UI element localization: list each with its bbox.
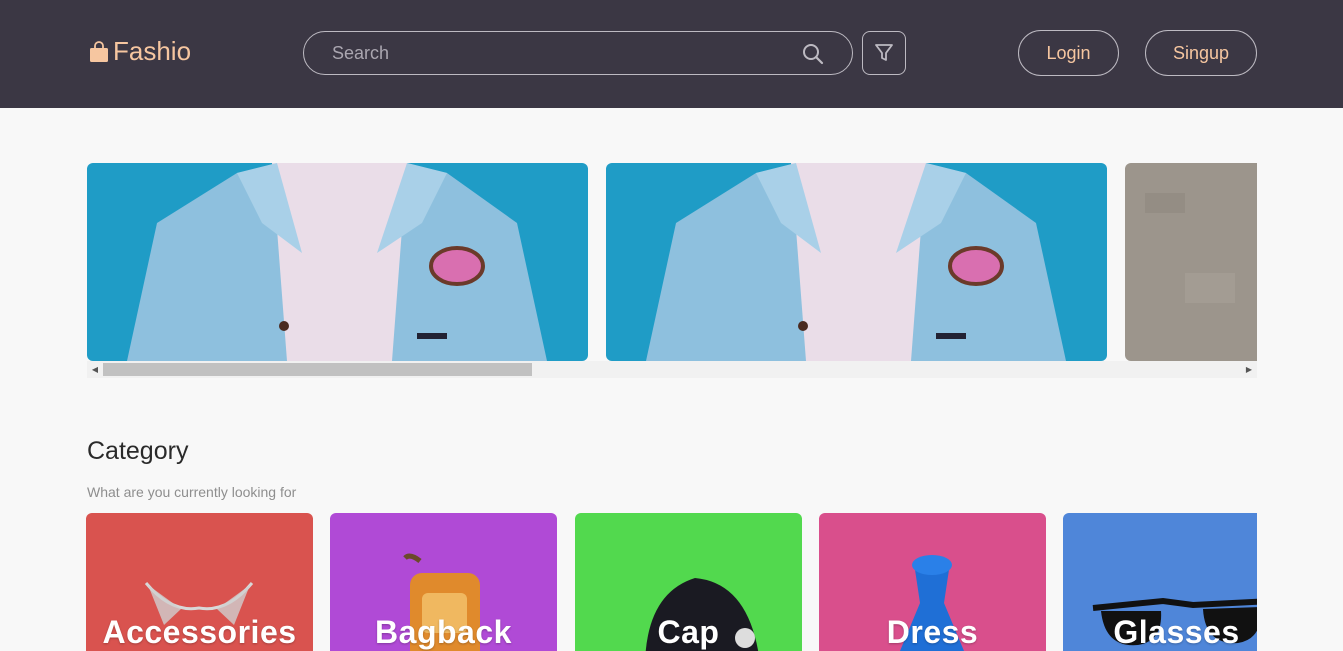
category-label: Cap xyxy=(657,614,720,650)
logo[interactable]: Fashio xyxy=(89,36,191,67)
category-label: Bagback xyxy=(375,614,512,650)
category-label: Accessories xyxy=(102,614,297,650)
signup-button[interactable]: Singup xyxy=(1145,30,1257,76)
scroll-right-arrow-icon[interactable]: ▶ xyxy=(1241,361,1257,378)
shopping-bag-icon xyxy=(90,40,108,62)
filter-icon xyxy=(875,44,893,61)
top-navbar: Fashio Login Singup xyxy=(0,0,1343,108)
banner-slide[interactable] xyxy=(1125,163,1257,361)
category-label: Dress xyxy=(886,614,979,650)
category-card-bagback[interactable]: Bagback xyxy=(330,513,557,651)
category-subtitle: What are you currently looking for xyxy=(87,484,297,500)
category-card-dress[interactable]: Dress xyxy=(819,513,1046,651)
search-bar[interactable] xyxy=(303,31,853,75)
banner-slide[interactable] xyxy=(606,163,1107,361)
category-label: Glasses xyxy=(1113,614,1240,650)
category-card-glasses[interactable]: Glasses xyxy=(1063,513,1257,651)
category-list: Accessories Bagback Cap Dress Glasses xyxy=(86,513,1257,651)
logo-text: Fashio xyxy=(113,36,192,66)
search-input[interactable] xyxy=(332,42,792,64)
scrollbar-thumb[interactable] xyxy=(103,363,532,376)
scroll-left-arrow-icon[interactable]: ◀ xyxy=(87,361,103,378)
category-card-cap[interactable]: Cap xyxy=(575,513,802,651)
filter-button[interactable] xyxy=(862,31,906,75)
banner-carousel[interactable] xyxy=(87,163,1257,361)
category-heading: Category xyxy=(87,437,189,465)
carousel-scrollbar[interactable]: ◀ ▶ xyxy=(87,361,1257,378)
login-button[interactable]: Login xyxy=(1018,30,1119,76)
search-icon[interactable] xyxy=(802,43,824,65)
denim-jacket-image xyxy=(606,163,1107,361)
concrete-wall-image xyxy=(1125,163,1257,361)
category-card-accessories[interactable]: Accessories xyxy=(86,513,313,651)
denim-jacket-image xyxy=(87,163,588,361)
banner-slide[interactable] xyxy=(87,163,588,361)
